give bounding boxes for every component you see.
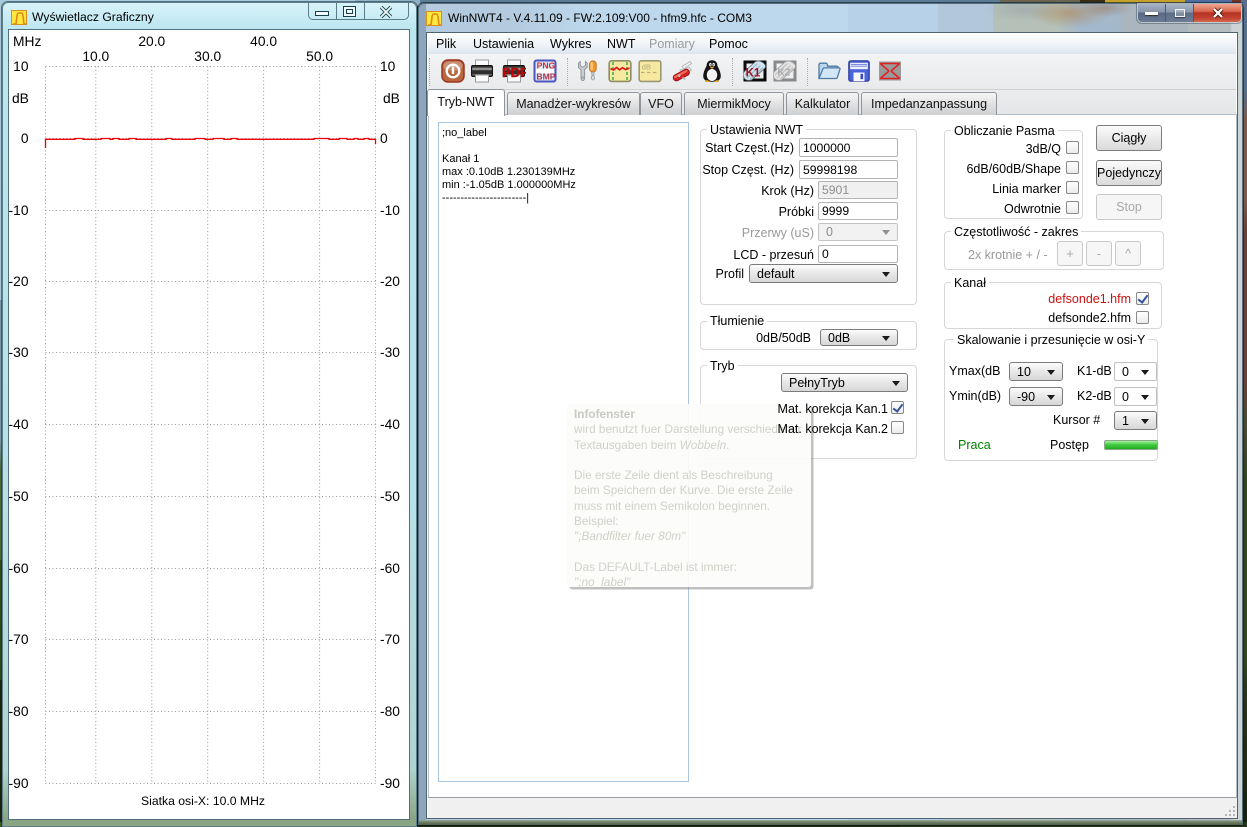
svg-text:-50: -50 xyxy=(380,489,400,504)
svg-text:-60: -60 xyxy=(380,561,400,576)
svg-text:PNG: PNG xyxy=(537,61,556,71)
svg-text:Siatka osi-X: 10.0 MHz: Siatka osi-X: 10.0 MHz xyxy=(141,794,265,808)
svg-text:-30: -30 xyxy=(9,345,29,360)
svg-text:-20: -20 xyxy=(380,274,400,289)
svg-text:10.0: 10.0 xyxy=(82,49,109,64)
svg-text:dB: dB xyxy=(383,91,400,106)
svg-text:-20: -20 xyxy=(9,274,29,289)
svg-text:-40: -40 xyxy=(380,417,400,432)
svg-text:dB: dB xyxy=(12,91,29,106)
svg-text:40.0: 40.0 xyxy=(250,34,277,49)
svg-text:-60: -60 xyxy=(9,561,29,576)
svg-text:-80: -80 xyxy=(380,704,400,719)
svg-text:-30: -30 xyxy=(380,345,400,360)
svg-text:-10: -10 xyxy=(9,203,29,218)
svg-text:-10: -10 xyxy=(380,203,400,218)
svg-text:MHz: MHz xyxy=(13,34,41,49)
svg-text:-80: -80 xyxy=(9,704,29,719)
svg-text:K1: K1 xyxy=(746,68,761,80)
svg-text:BMP: BMP xyxy=(536,72,555,82)
svg-text:-90: -90 xyxy=(9,776,29,791)
svg-text:50.0: 50.0 xyxy=(306,49,333,64)
svg-text:0: 0 xyxy=(21,131,29,146)
svg-text:30.0: 30.0 xyxy=(194,49,221,64)
svg-text:-40: -40 xyxy=(9,417,29,432)
svg-text:-70: -70 xyxy=(380,632,400,647)
svg-text:dB: dB xyxy=(642,62,651,71)
svg-text:10: 10 xyxy=(13,59,29,74)
svg-text:-50: -50 xyxy=(9,489,29,504)
svg-text:-90: -90 xyxy=(380,776,400,791)
svg-text:20.0: 20.0 xyxy=(138,34,165,49)
svg-text:K2: K2 xyxy=(777,68,790,79)
svg-text:-70: -70 xyxy=(9,632,29,647)
svg-text:PDF: PDF xyxy=(502,65,526,80)
svg-text:10: 10 xyxy=(380,59,396,74)
svg-text:0: 0 xyxy=(380,131,388,146)
